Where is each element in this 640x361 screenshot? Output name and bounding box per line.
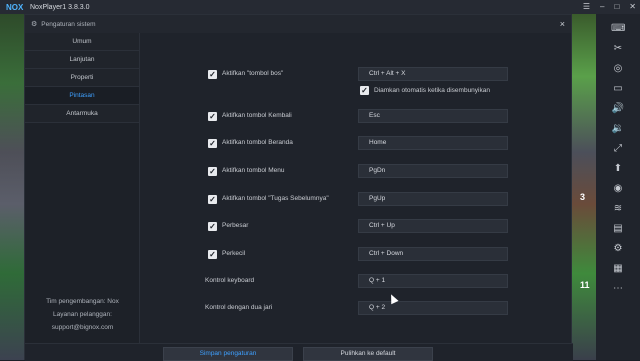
shortcut-row: Kontrol dengan dua jari Q + 2 xyxy=(140,301,573,317)
keyboard-icon[interactable]: ⌨ xyxy=(611,22,625,36)
auto-mute-label: Diamkan otomatis ketika disembunyikan xyxy=(374,87,490,94)
checkbox-menu[interactable]: ✓ xyxy=(208,167,217,176)
shortcut-label: Perkecil xyxy=(222,250,246,257)
shortcut-label: Aktifkan tombol "Tugas Sebelumnya" xyxy=(222,195,329,202)
shortcut-label: Aktifkan "tombol bos" xyxy=(222,70,284,77)
shortcut-row: Kontrol keyboard Q + 1 xyxy=(140,274,573,290)
shortcut-row: ✓ Aktifkan tombol "Tugas Sebelumnya" PgU… xyxy=(140,192,573,208)
checkbox-zoom-out[interactable]: ✓ xyxy=(208,250,217,259)
nav-item-properti[interactable]: Properti xyxy=(25,69,139,87)
key-field-menu[interactable]: PgDn xyxy=(358,164,508,178)
volume-up-icon[interactable]: 🔊 xyxy=(611,102,625,116)
nav-item-antarmuka[interactable]: Antarmuka xyxy=(25,105,139,123)
shortcut-label: Kontrol keyboard xyxy=(205,277,255,284)
checkbox-recent-tasks[interactable]: ✓ xyxy=(208,195,217,204)
key-field-keyboard-control[interactable]: Q + 1 xyxy=(358,274,508,288)
save-settings-button[interactable]: Simpan pengaturan xyxy=(163,347,293,361)
checkbox-boss-key[interactable]: ✓ xyxy=(208,70,217,79)
gear-icon: ⚙ xyxy=(31,21,38,28)
location-icon[interactable]: ◎ xyxy=(611,62,625,76)
more-icon[interactable]: ⋯ xyxy=(611,282,625,296)
menu-icon[interactable]: ☰ xyxy=(583,2,590,11)
macro-icon[interactable]: ⚙ xyxy=(611,242,625,256)
checkbox-zoom-in[interactable]: ✓ xyxy=(208,222,217,231)
shake-icon[interactable]: ≋ xyxy=(611,202,625,216)
screen-icon[interactable]: ▭ xyxy=(611,82,625,96)
shortcut-row: ✓ Aktifkan tombol Kembali Esc xyxy=(140,109,573,125)
apk-icon[interactable]: ⬆ xyxy=(611,162,625,176)
key-field-zoom-in[interactable]: Ctrl + Up xyxy=(358,219,508,233)
shortcut-row: ✓ Perkecil Ctrl + Down xyxy=(140,247,573,263)
shortcut-label: Perbesar xyxy=(222,222,249,229)
game-counter: 3 xyxy=(580,192,586,202)
emulator-game-left xyxy=(0,14,24,360)
key-field-two-finger[interactable]: Q + 2 xyxy=(358,301,508,315)
developer-info: Tim pengembangan: Nox Layanan pelanggan:… xyxy=(25,295,140,334)
checkbox-auto-mute[interactable]: ✓ xyxy=(360,86,369,95)
support-email[interactable]: support@bignox.com xyxy=(25,321,140,334)
shortcut-label: Aktifkan tombol Menu xyxy=(222,167,285,174)
shortcut-label: Kontrol dengan dua jari xyxy=(205,304,273,311)
shortcut-label: Aktifkan tombol Beranda xyxy=(222,139,293,146)
dialog-title: Pengaturan sistem xyxy=(41,20,96,28)
scissors-icon[interactable]: ✂ xyxy=(611,42,625,56)
camera-icon[interactable]: ◉ xyxy=(611,182,625,196)
game-counter: 11 xyxy=(580,280,590,290)
fullscreen-icon[interactable]: ⤢ xyxy=(611,142,625,156)
nox-sidebar: ⌨ ✂ ◎ ▭ 🔊 🔉 ⤢ ⬆ ◉ ≋ ▤ ⚙ ▦ ⋯ xyxy=(596,14,640,360)
key-field-zoom-out[interactable]: Ctrl + Down xyxy=(358,247,508,261)
key-field-boss[interactable]: Ctrl + Alt + X xyxy=(358,67,508,81)
settings-dialog: ⚙ Pengaturan sistem × Umum Lanjutan Prop… xyxy=(24,14,573,361)
window-title: NoxPlayer1 3.8.3.0 xyxy=(30,3,90,11)
folder-icon[interactable]: ▤ xyxy=(611,222,625,236)
checkbox-back[interactable]: ✓ xyxy=(208,112,217,121)
shortcut-row: ✓ Perbesar Ctrl + Up xyxy=(140,219,573,235)
emulator-game-right xyxy=(572,14,596,360)
window-controls: ☰ – □ ✕ xyxy=(583,2,636,11)
shortcut-row: ✓ Aktifkan tombol Beranda Home xyxy=(140,136,573,152)
nav-item-umum[interactable]: Umum xyxy=(25,33,139,51)
shortcut-settings: ✓ Aktifkan "tombol bos" Ctrl + Alt + X ✓… xyxy=(140,33,573,343)
key-field-home[interactable]: Home xyxy=(358,136,508,150)
nav-item-lanjutan[interactable]: Lanjutan xyxy=(25,51,139,69)
multi-instance-icon[interactable]: ▦ xyxy=(611,262,625,276)
nav-item-pintasan[interactable]: Pintasan xyxy=(25,87,139,105)
close-icon[interactable]: × xyxy=(560,19,565,29)
shortcut-label: Aktifkan tombol Kembali xyxy=(222,112,292,119)
shortcut-row: ✓ Aktifkan tombol Menu PgDn xyxy=(140,164,573,180)
key-field-back[interactable]: Esc xyxy=(358,109,508,123)
reset-default-button[interactable]: Pulihkan ke default xyxy=(303,347,433,361)
close-window-icon[interactable]: ✕ xyxy=(629,2,636,11)
dev-team-text: Tim pengembangan: Nox xyxy=(46,298,119,305)
settings-nav: Umum Lanjutan Properti Pintasan Antarmuk… xyxy=(25,33,140,343)
nox-logo: NOX xyxy=(6,2,24,12)
title-bar: NOX NoxPlayer1 3.8.3.0 ☰ – □ ✕ xyxy=(0,0,640,14)
volume-down-icon[interactable]: 🔉 xyxy=(611,122,625,136)
shortcut-row: ✓ Aktifkan "tombol bos" Ctrl + Alt + X xyxy=(140,67,573,83)
dialog-footer: Simpan pengaturan Pulihkan ke default xyxy=(25,343,573,361)
maximize-icon[interactable]: □ xyxy=(614,2,619,11)
dialog-header: ⚙ Pengaturan sistem xyxy=(25,15,571,33)
minimize-icon[interactable]: – xyxy=(600,2,604,11)
checkbox-home[interactable]: ✓ xyxy=(208,139,217,148)
support-label: Layanan pelanggan: xyxy=(53,311,112,318)
key-field-recent-tasks[interactable]: PgUp xyxy=(358,192,508,206)
